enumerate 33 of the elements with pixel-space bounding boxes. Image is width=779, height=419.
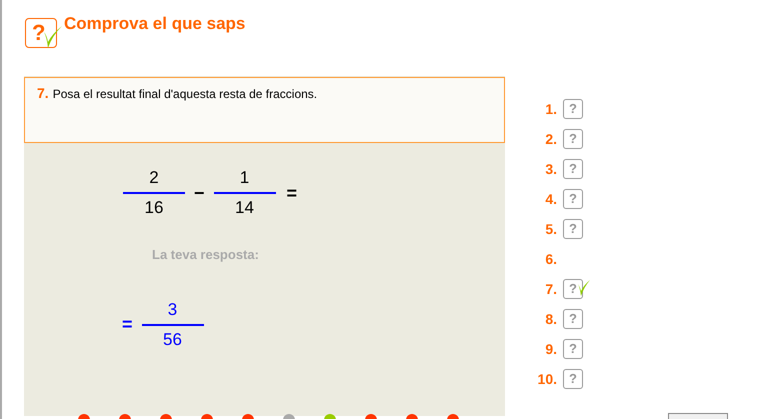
question-number: 8. [544,310,557,328]
question-number: 10. [536,370,557,388]
question-link-button[interactable]: ? [563,279,583,299]
question-link-button[interactable]: ? [563,129,583,149]
equals-sign: = [286,182,298,204]
checkmark-icon [44,26,62,48]
denominator: 56 [163,328,182,350]
question-number: 6. [544,250,557,268]
question-link-button[interactable]: ? [563,189,583,209]
question-text: Posa el resultat final d'aquesta resta de fraccions. [52,86,318,103]
question-number: 3. [544,160,557,178]
question-link-button[interactable]: ? [563,99,583,119]
denominator: 16 [144,197,164,219]
numerator: 1 [240,167,250,189]
question-number: 5. [544,220,557,238]
numerator: 2 [149,167,159,189]
question-link-button[interactable]: ? [563,309,583,329]
page-title: Comprova el que saps [64,12,246,34]
question-number: 9. [544,340,557,358]
question-number: 1. [544,100,557,118]
question-link-button[interactable]: ? [563,219,583,239]
question-number: 2. [544,130,557,148]
numerator: 3 [168,298,178,320]
question-link-button[interactable]: ? [563,339,583,359]
denominator: 14 [235,197,254,219]
answer-label: La teva resposta: [152,246,259,264]
minus-sign: − [194,182,205,204]
question-number: 7. [37,84,49,103]
question-link-button[interactable]: ? [563,159,583,179]
question-number: 7. [544,280,557,298]
question-link-button[interactable]: ? [563,369,583,389]
question-number: 4. [544,190,557,208]
equals-sign: = [122,313,133,336]
